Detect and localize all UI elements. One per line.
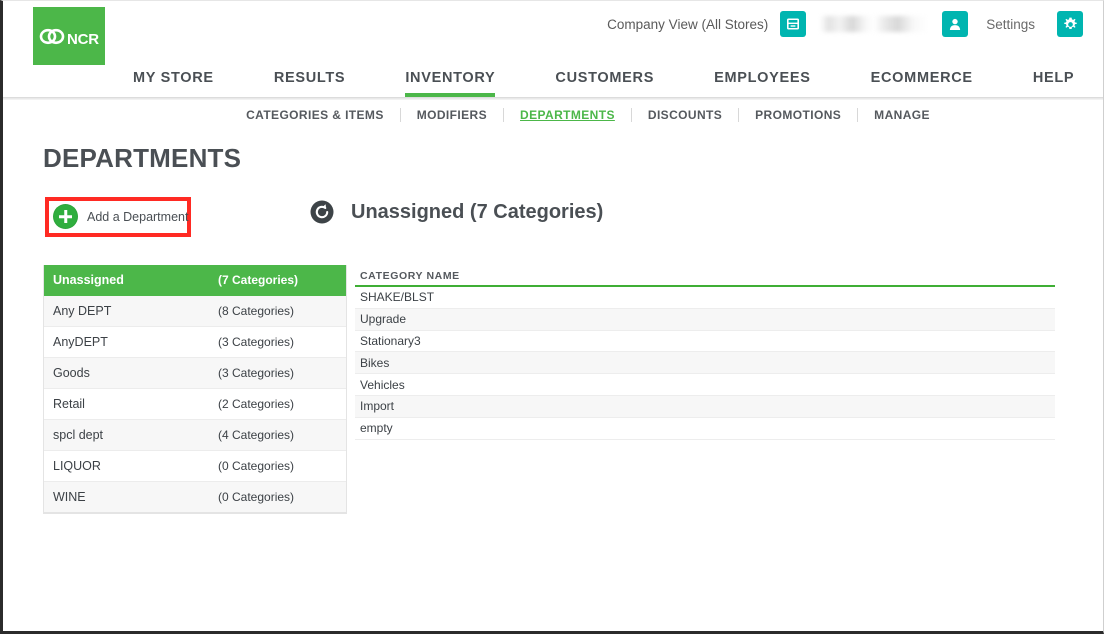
nav-label: ECOMMERCE: [870, 70, 973, 86]
nav-label: CUSTOMERS: [555, 70, 655, 86]
settings-label[interactable]: Settings: [986, 17, 1035, 32]
nav-label: MY STORE: [133, 70, 214, 86]
department-count: (3 Categories): [218, 335, 295, 349]
header-right-controls: Company View (All Stores) Settings: [607, 1, 1103, 47]
department-name: WINE: [53, 490, 86, 504]
department-name: Unassigned: [53, 273, 124, 287]
category-row[interactable]: Upgrade: [355, 308, 1055, 331]
nav-item-employees[interactable]: EMPLOYEES: [714, 70, 811, 97]
department-row-wine[interactable]: WINE (0 Categories): [44, 482, 346, 513]
department-name: AnyDEPT: [53, 335, 108, 349]
category-name: SHAKE/BLST: [360, 290, 435, 305]
category-name: Vehicles: [360, 377, 405, 392]
nav-item-customers[interactable]: CUSTOMERS: [555, 70, 654, 97]
subnav-label: PROMOTIONS: [755, 108, 842, 122]
subnav-item-categories-items[interactable]: CATEGORIES & ITEMS: [230, 108, 400, 122]
gear-icon[interactable]: [1057, 11, 1083, 37]
add-department-button[interactable]: Add a Department: [53, 204, 188, 229]
company-view-label: Company View (All Stores): [607, 16, 769, 32]
nav-item-ecommerce[interactable]: ECOMMERCE: [871, 70, 973, 97]
add-department-label: Add a Department: [87, 209, 189, 224]
category-row[interactable]: Stationary3: [355, 330, 1055, 353]
page-root: NCR Company View (All Stores) Settings M…: [0, 0, 1104, 634]
department-row-goods[interactable]: Goods (3 Categories): [44, 358, 346, 389]
department-row-spcl-dept[interactable]: spcl dept (4 Categories): [44, 420, 346, 451]
subnav-item-discounts[interactable]: DISCOUNTS: [632, 108, 738, 122]
sub-navigation: CATEGORIES & ITEMS MODIFIERS DEPARTMENTS…: [3, 100, 1103, 130]
department-count: (4 Categories): [218, 428, 295, 442]
subnav-item-promotions[interactable]: PROMOTIONS: [739, 108, 857, 122]
nav-label: RESULTS: [273, 70, 346, 86]
department-list: Unassigned (7 Categories) Any DEPT (8 Ca…: [43, 265, 347, 514]
department-row-any-dept[interactable]: Any DEPT (8 Categories): [44, 296, 346, 327]
nav-item-inventory[interactable]: INVENTORY: [405, 70, 496, 97]
page-title: DEPARTMENTS: [43, 143, 242, 173]
category-name: Bikes: [360, 355, 390, 370]
subnav-label: CATEGORIES & ITEMS: [246, 108, 384, 122]
ncr-logo-text: NCR: [67, 30, 99, 48]
department-name: spcl dept: [53, 428, 104, 442]
department-row-unassigned[interactable]: Unassigned (7 Categories): [44, 265, 346, 296]
category-row[interactable]: Bikes: [355, 352, 1055, 375]
department-row-retail[interactable]: Retail (2 Categories): [44, 389, 346, 420]
category-row[interactable]: empty: [355, 417, 1055, 440]
category-name: empty: [360, 421, 393, 436]
category-table-header: CATEGORY NAME: [355, 265, 1055, 287]
store-register-icon[interactable]: [780, 11, 807, 37]
department-count: (0 Categories): [218, 490, 295, 504]
app-header: NCR Company View (All Stores) Settings: [3, 1, 1103, 71]
nav-item-help[interactable]: HELP: [1033, 70, 1074, 97]
subnav-label: DISCOUNTS: [647, 108, 723, 122]
department-name: Goods: [53, 366, 90, 380]
subnav-item-manage[interactable]: MANAGE: [858, 108, 946, 122]
department-count: (8 Categories): [218, 304, 295, 318]
plus-circle-icon: [53, 204, 78, 229]
selected-department-header: Unassigned (7 Categories): [309, 199, 603, 225]
subnav-item-departments[interactable]: DEPARTMENTS: [504, 108, 631, 122]
ncr-logo[interactable]: NCR: [33, 7, 105, 71]
category-name: Upgrade: [360, 312, 407, 327]
department-count: (7 Categories): [218, 273, 299, 287]
user-person-icon[interactable]: [942, 11, 969, 37]
department-name: Retail: [53, 397, 85, 411]
user-name-redacted: [820, 16, 929, 32]
department-name: Any DEPT: [53, 304, 112, 318]
department-count: (2 Categories): [218, 397, 295, 411]
nav-item-my-store[interactable]: MY STORE: [133, 70, 214, 97]
nav-item-results[interactable]: RESULTS: [274, 70, 346, 97]
department-count: (3 Categories): [218, 366, 295, 380]
department-count: (0 Categories): [218, 459, 295, 473]
ncr-interlocking-rings-logo-icon: [39, 28, 65, 50]
subnav-item-modifiers[interactable]: MODIFIERS: [401, 108, 503, 122]
main-navigation: MY STORE RESULTS INVENTORY CUSTOMERS EMP…: [3, 65, 1103, 97]
category-row[interactable]: Vehicles: [355, 374, 1055, 396]
subnav-label: MANAGE: [874, 108, 930, 122]
nav-label: INVENTORY: [405, 70, 496, 86]
subnav-label: MODIFIERS: [416, 108, 488, 122]
category-name: Stationary3: [360, 333, 421, 348]
nav-label: HELP: [1032, 70, 1075, 86]
subnav-label: DEPARTMENTS: [520, 108, 615, 122]
category-name: Import: [360, 399, 395, 414]
category-row[interactable]: SHAKE/BLST: [355, 287, 1055, 309]
department-row-liquor[interactable]: LIQUOR (0 Categories): [44, 451, 346, 482]
refresh-icon[interactable]: [309, 199, 335, 225]
department-row-anydept[interactable]: AnyDEPT (3 Categories): [44, 327, 346, 358]
category-row[interactable]: Import: [355, 395, 1055, 418]
nav-label: EMPLOYEES: [714, 70, 811, 86]
department-name: LIQUOR: [53, 459, 101, 473]
selected-department-title: Unassigned (7 Categories): [351, 200, 604, 223]
category-table: CATEGORY NAME SHAKE/BLST Upgrade Station…: [355, 265, 1055, 440]
